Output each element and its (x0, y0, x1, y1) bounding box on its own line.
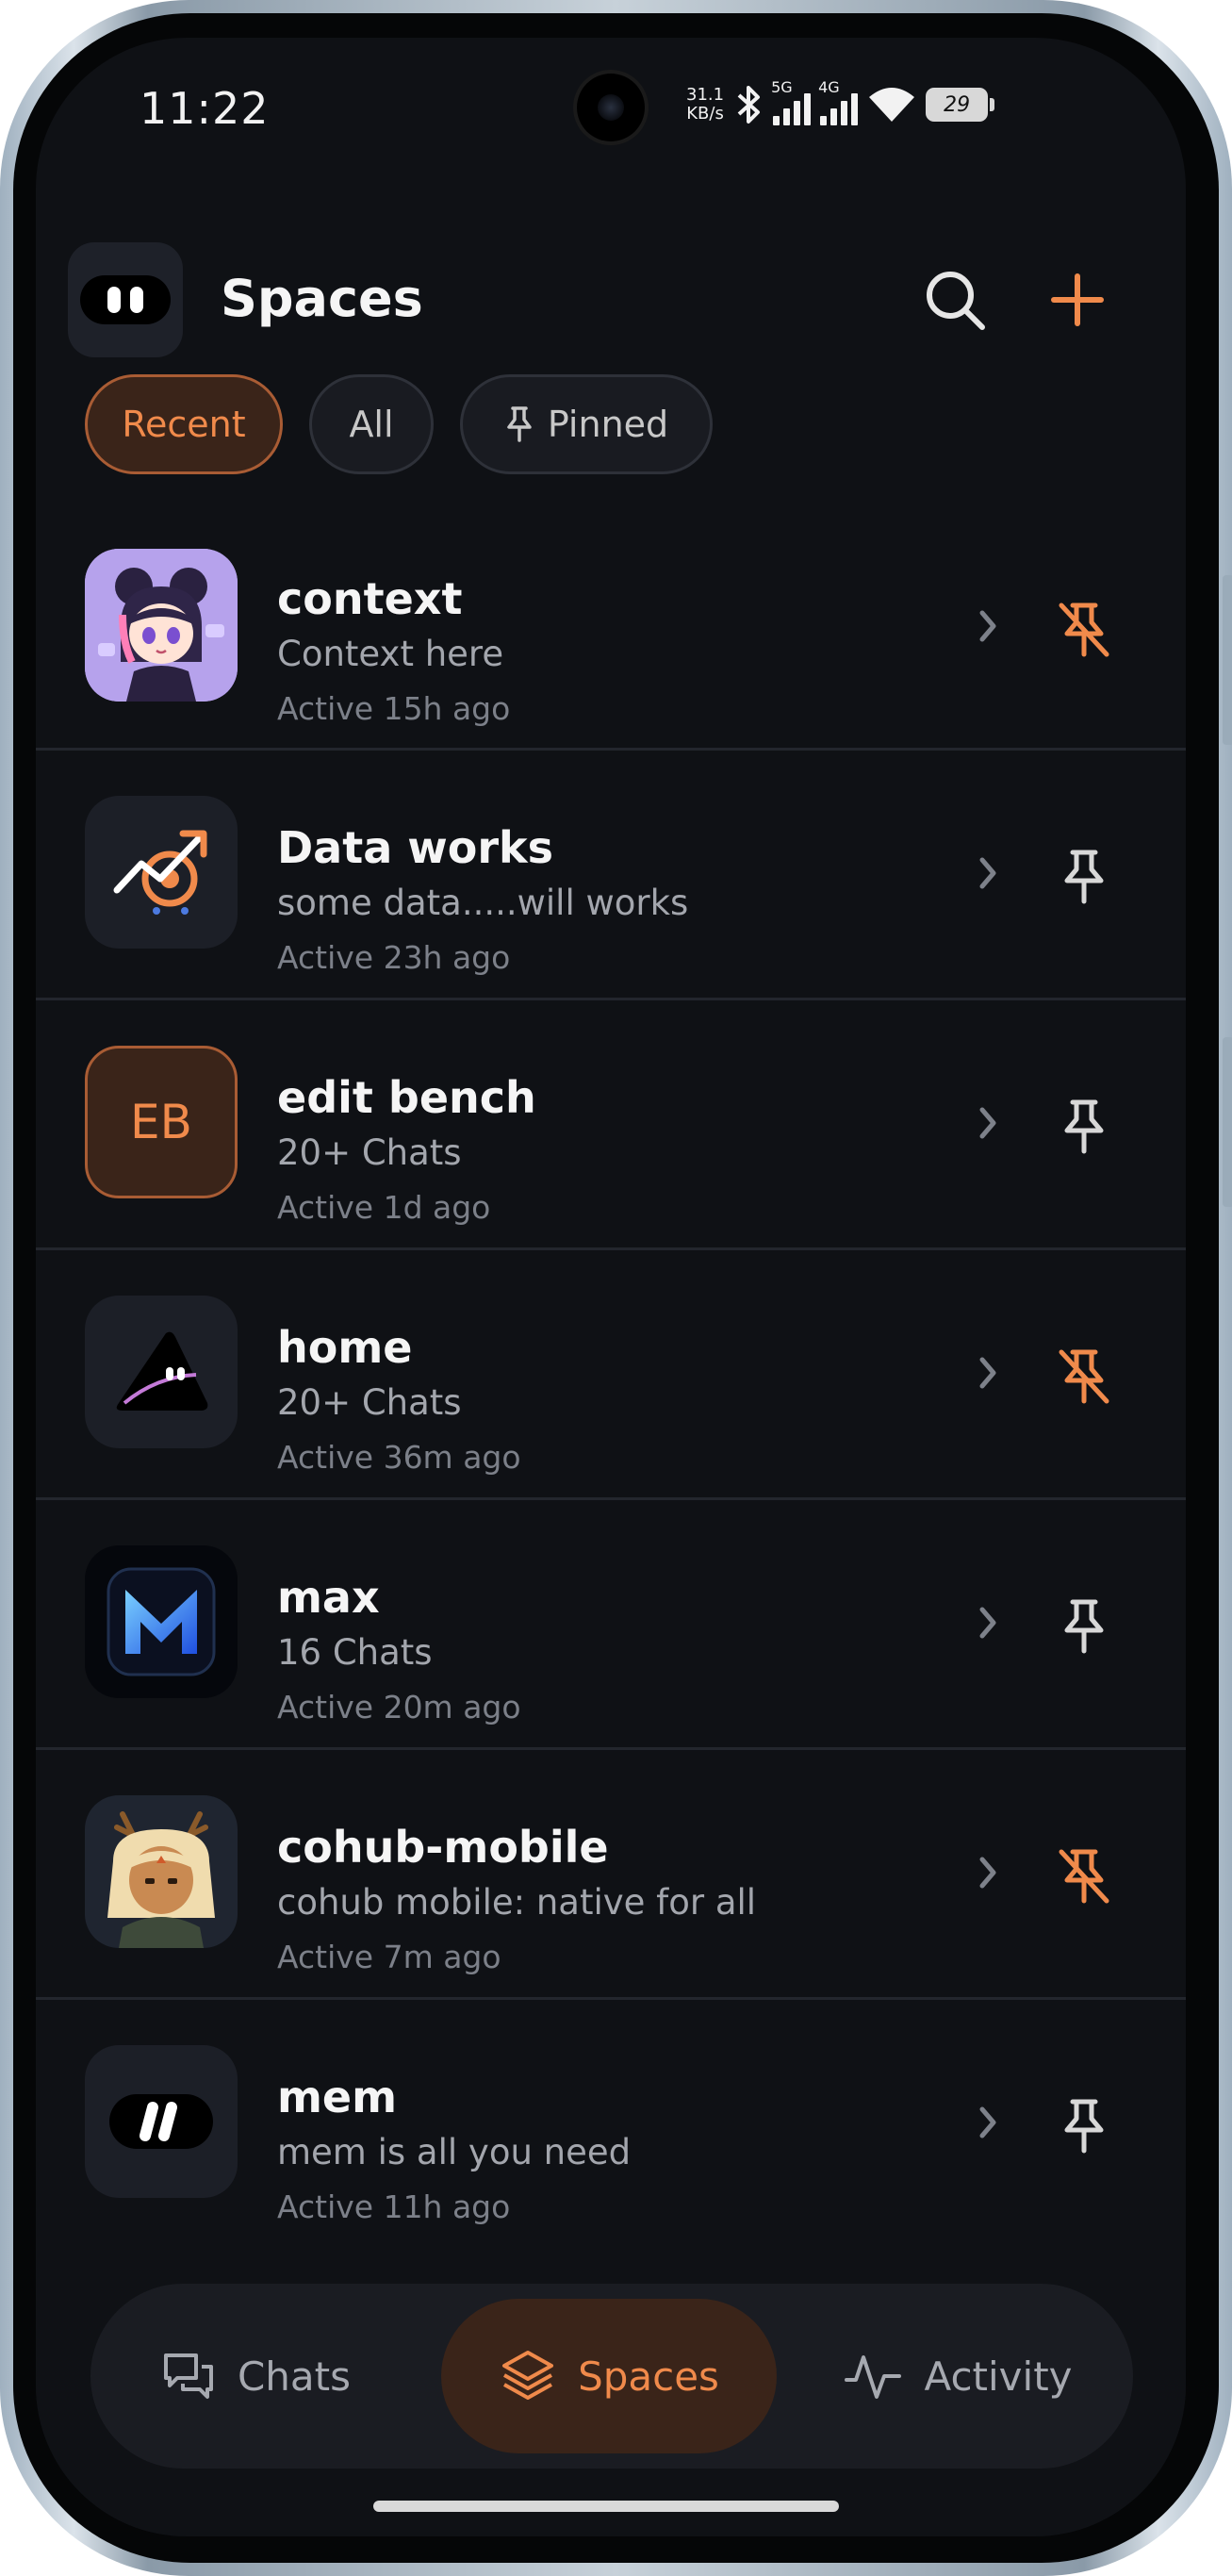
network-speed-value: 31.1 (686, 85, 725, 105)
filter-all[interactable]: All (309, 374, 434, 474)
space-title: cohub-mobile (277, 1822, 609, 1873)
wifi-icon (869, 88, 915, 122)
space-row[interactable]: mem mem is all you need Active 11h ago (36, 2000, 1186, 2250)
space-activity: Active 1d ago (277, 1189, 491, 1226)
plus-icon[interactable] (1044, 267, 1110, 333)
space-row[interactable]: Data works some data.....will works Acti… (36, 751, 1186, 1000)
signal-4g: 4G (818, 78, 859, 125)
pin-icon[interactable] (1058, 847, 1110, 907)
filter-recent-label: Recent (122, 404, 246, 445)
pin-icon[interactable] (1058, 1097, 1110, 1157)
nav-chats[interactable]: Chats (147, 2299, 364, 2453)
status-icons: 31.1 KB/s 5G 4G 29 (686, 78, 995, 128)
chevron-right-icon (979, 1857, 996, 1889)
dark-triangle-logo (85, 1296, 238, 1448)
filter-pinned[interactable]: Pinned (460, 374, 713, 474)
filter-pinned-label: Pinned (547, 404, 669, 445)
space-title: context (277, 573, 463, 624)
avatar-initials: EB (85, 1046, 238, 1198)
pin-icon[interactable] (1058, 1596, 1110, 1657)
nav-spaces[interactable]: Spaces (441, 2299, 777, 2453)
status-bar: 11:22 31.1 KB/s 5G 4G 29 (36, 38, 1186, 189)
signal-5g: 5G (771, 78, 812, 125)
network-speed-unit: KB/s (686, 104, 724, 124)
filter-recent[interactable]: Recent (85, 374, 283, 474)
space-subtitle: cohub mobile: native for all (277, 1882, 757, 1923)
battery-icon: 29 (926, 88, 995, 122)
search-icon[interactable] (922, 267, 988, 333)
space-title: edit bench (277, 1072, 536, 1123)
phone-frame: 11:22 31.1 KB/s 5G 4G 29 Spaces Recent A… (0, 0, 1232, 2576)
nav-chats-label: Chats (237, 2353, 352, 2400)
filter-all-label: All (349, 404, 394, 445)
bottom-nav: Chats Spaces Activity (90, 2284, 1133, 2469)
space-row[interactable]: context Context here Active 15h ago (36, 528, 1186, 751)
status-time: 11:22 (140, 83, 270, 134)
space-title: mem (277, 2072, 398, 2122)
space-row[interactable]: EB edit bench 20+ Chats Active 1d ago (36, 1000, 1186, 1250)
chevron-right-icon (979, 857, 996, 889)
signal-bars-icon (773, 93, 812, 125)
filter-tabs: Recent All Pinned (85, 374, 713, 478)
pin-icon[interactable] (1058, 2096, 1110, 2156)
chevron-right-icon (979, 1357, 996, 1389)
space-row[interactable]: max 16 Chats Active 20m ago (36, 1500, 1186, 1750)
nav-activity[interactable]: Activity (835, 2299, 1080, 2453)
chats-icon (163, 2353, 213, 2399)
space-subtitle: 20+ Chats (277, 1132, 462, 1173)
space-activity: Active 23h ago (277, 939, 511, 976)
chevron-right-icon (979, 1107, 996, 1139)
activity-icon (845, 2355, 902, 2399)
space-subtitle: mem is all you need (277, 2132, 632, 2172)
spaces-list: context Context here Active 15h ago Data… (36, 528, 1186, 2250)
space-activity: Active 15h ago (277, 690, 511, 727)
network-5g-label: 5G (771, 78, 793, 96)
chevron-right-icon (979, 1607, 996, 1639)
pin-icon (507, 406, 532, 442)
space-title: home (277, 1322, 413, 1373)
battery-level: 29 (944, 92, 971, 117)
space-subtitle: some data.....will works (277, 883, 689, 923)
network-speed: 31.1 KB/s (686, 86, 724, 124)
space-subtitle: 20+ Chats (277, 1382, 462, 1423)
layers-icon (502, 2351, 554, 2400)
screen: 11:22 31.1 KB/s 5G 4G 29 Spaces Recent A… (36, 38, 1186, 2536)
space-title: Data works (277, 822, 554, 873)
page-header: Spaces (36, 203, 1186, 357)
network-4g-label: 4G (818, 78, 840, 96)
space-activity: Active 20m ago (277, 1689, 521, 1726)
anime-girl-avatar (85, 549, 238, 702)
space-row[interactable]: home 20+ Chats Active 36m ago (36, 1250, 1186, 1500)
chevron-right-icon (979, 610, 996, 642)
page-title: Spaces (221, 269, 423, 328)
space-subtitle: 16 Chats (277, 1632, 433, 1673)
mem-logo (85, 2045, 238, 2198)
bluetooth-icon (737, 86, 761, 124)
space-activity: Active 36m ago (277, 1439, 521, 1476)
space-title: max (277, 1572, 380, 1623)
nav-activity-label: Activity (924, 2353, 1073, 2400)
logo-eyes-icon (80, 275, 171, 324)
space-row[interactable]: cohub-mobile cohub mobile: native for al… (36, 1750, 1186, 2000)
antlered-character-avatar (85, 1795, 238, 1948)
volume-up-button (1223, 575, 1232, 745)
front-camera (577, 74, 645, 141)
space-subtitle: Context here (277, 634, 504, 674)
signal-bars-icon (820, 93, 859, 125)
home-indicator[interactable] (373, 2501, 839, 2512)
space-activity: Active 11h ago (277, 2188, 511, 2225)
analytics-target-icon (85, 796, 238, 949)
unpin-icon[interactable] (1058, 1346, 1110, 1407)
m-logo (85, 1545, 238, 1698)
unpin-icon[interactable] (1058, 1846, 1110, 1907)
space-activity: Active 7m ago (277, 1939, 501, 1975)
chevron-right-icon (979, 2106, 996, 2138)
nav-spaces-label: Spaces (578, 2353, 719, 2400)
volume-down-button (1223, 1037, 1232, 1207)
app-logo[interactable] (68, 242, 183, 357)
unpin-icon[interactable] (1058, 600, 1110, 660)
